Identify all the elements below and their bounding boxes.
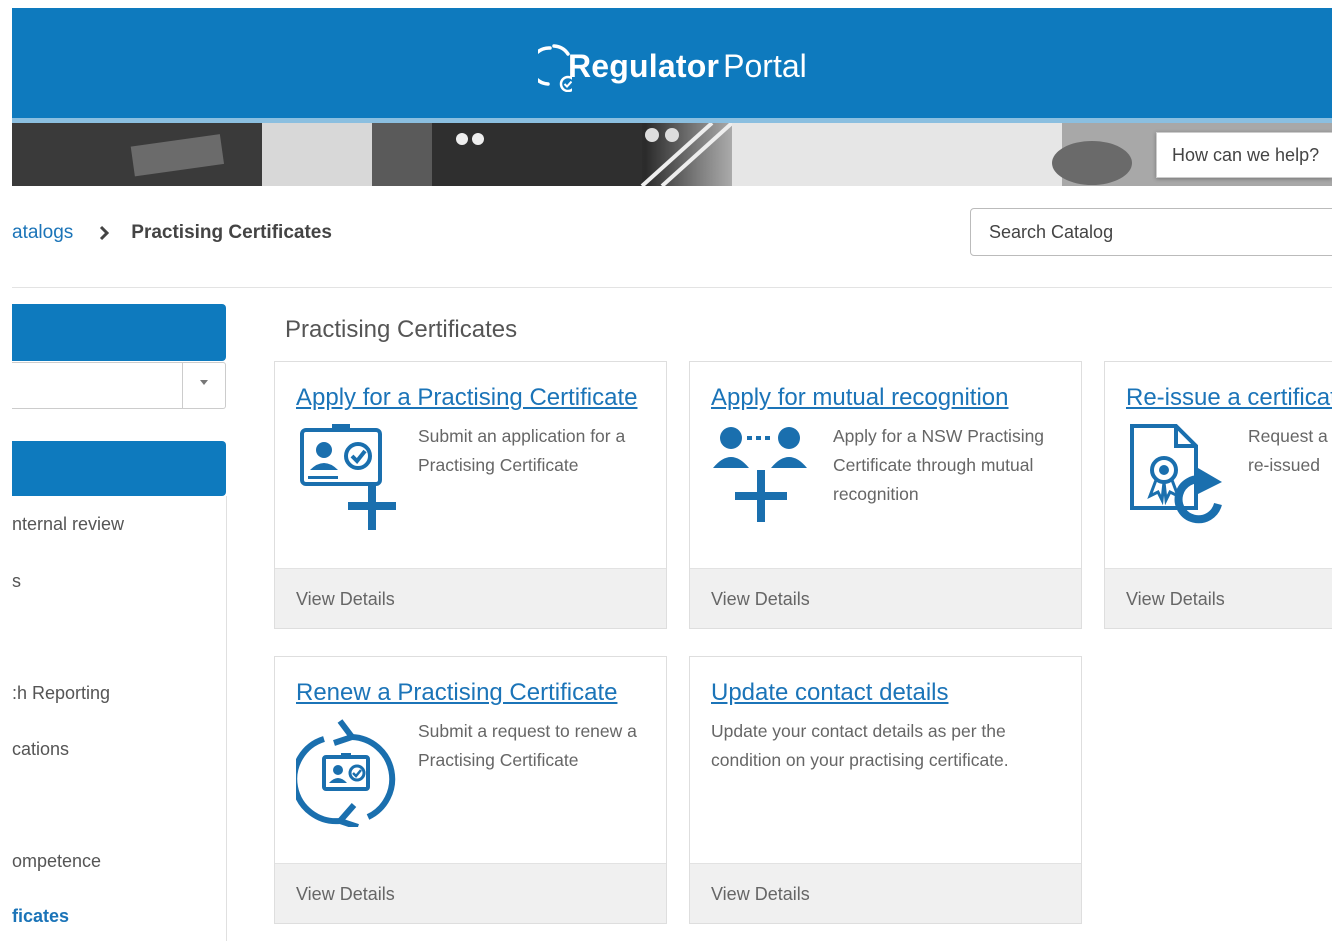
sidebar-item[interactable]: :h Reporting <box>12 683 110 704</box>
banner-photo <box>12 123 1332 186</box>
breadcrumb-link-catalogs[interactable]: atalogs <box>12 222 73 244</box>
chevron-right-icon <box>100 225 110 241</box>
section-title: Practising Certificates <box>285 316 518 343</box>
card-title-link[interactable]: Apply for a Practising Certificate <box>296 384 637 412</box>
certificate-add-icon <box>300 424 396 530</box>
catalog-card[interactable]: Update contact details Update your conta… <box>689 656 1082 924</box>
card-title-link[interactable]: Re-issue a certificat <box>1126 384 1332 412</box>
logo-text-bold: Regulator <box>568 47 720 84</box>
card-title-link[interactable]: Update contact details <box>711 679 948 707</box>
card-description: Request a re-issued <box>1248 426 1328 475</box>
sidebar-panel-header <box>12 304 226 361</box>
caret-down-icon <box>200 380 208 385</box>
logo-text-light: Portal <box>723 47 807 84</box>
logo-mark-icon <box>538 44 572 92</box>
card-title-link[interactable]: Renew a Practising Certificate <box>296 679 617 707</box>
sidebar-category-header <box>12 441 226 496</box>
card-description: Submit an application for a Practising C… <box>418 426 626 475</box>
sidebar-item[interactable]: cations <box>12 739 69 760</box>
catalog-card[interactable]: Renew a Practising Certificate Submit a … <box>274 656 667 924</box>
view-details-link[interactable]: View Details <box>275 568 666 628</box>
search-input[interactable]: Search Catalog <box>970 208 1332 256</box>
view-details-link[interactable]: View Details <box>275 863 666 923</box>
view-details-link[interactable]: View Details <box>690 863 1081 923</box>
view-details-link[interactable]: View Details <box>690 568 1081 628</box>
hero-banner-image <box>12 123 1332 186</box>
site-logo[interactable]: Regulator Portal <box>538 38 807 94</box>
sidebar-item-active[interactable]: ficates <box>12 906 69 927</box>
dropdown-separator <box>182 363 183 408</box>
view-details-link[interactable]: View Details <box>1105 568 1332 628</box>
card-description: Update your contact details as per the c… <box>711 721 1009 770</box>
document-reissue-icon <box>1130 424 1222 524</box>
catalog-card[interactable]: Re-issue a certificat Request a re-issue… <box>1104 361 1332 629</box>
catalog-card[interactable]: Apply for a Practising Certificate Submi… <box>274 361 667 629</box>
renew-certificate-icon <box>296 719 396 827</box>
breadcrumb: atalogs Practising Certificates <box>12 222 332 244</box>
card-description: Submit a request to renew a Practising C… <box>418 721 637 770</box>
help-button[interactable]: How can we help? <box>1156 132 1332 178</box>
sidebar-item[interactable]: ompetence <box>12 851 101 872</box>
divider <box>12 287 1332 288</box>
sidebar-border <box>226 496 227 941</box>
people-add-icon <box>713 427 807 522</box>
breadcrumb-current: Practising Certificates <box>131 222 332 243</box>
catalog-card[interactable]: Apply for mutual recognition Apply for a… <box>689 361 1082 629</box>
card-description: Apply for a NSW Practising Certificate t… <box>833 426 1045 504</box>
sidebar-dropdown[interactable] <box>12 362 226 409</box>
sidebar-item[interactable]: s <box>12 571 21 592</box>
sidebar-item[interactable]: nternal review <box>12 514 124 535</box>
card-title-link[interactable]: Apply for mutual recognition <box>711 384 1009 412</box>
